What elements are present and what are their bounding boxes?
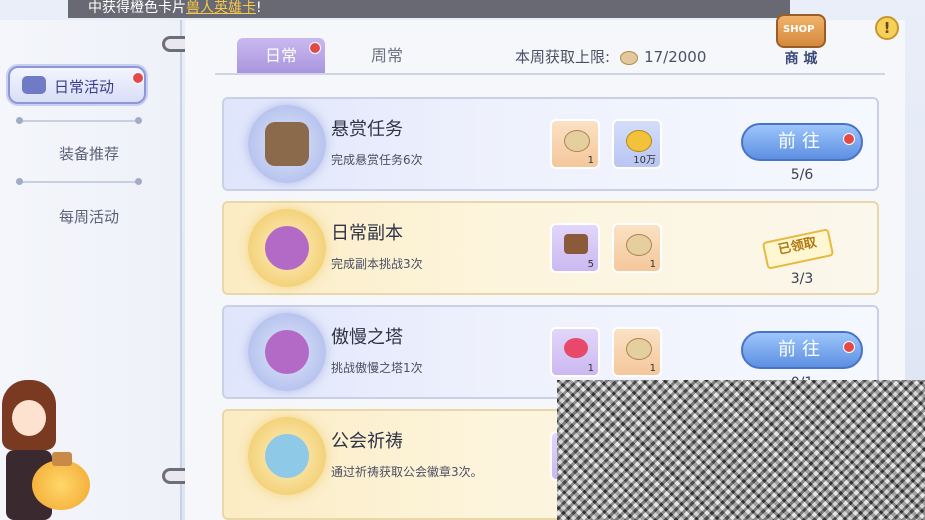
task-card-bounty: 悬赏任务 完成悬赏任务6次 1 10万 前往 5/6 — [222, 97, 879, 191]
mosaic-overlay — [557, 380, 925, 520]
shop-building-icon: SHOP — [776, 14, 826, 48]
reward-slot[interactable]: 1 — [612, 223, 662, 273]
task-progress: 5/6 — [790, 167, 814, 183]
warning-icon[interactable]: ! — [875, 16, 899, 40]
task-desc: 通过祈祷获取公会徽章3次。 — [331, 465, 483, 479]
guild-statue-icon — [248, 417, 326, 495]
notification-dot-icon — [309, 42, 321, 54]
demon-mask-icon — [248, 209, 326, 287]
task-title: 公会祈祷 — [331, 431, 403, 452]
notification-dot-icon — [843, 133, 855, 145]
tab-daily[interactable]: 日常 — [237, 38, 325, 74]
treasure-chest-icon — [564, 234, 588, 254]
go-button-label: 前往 — [778, 131, 826, 152]
notification-text: 中获得橙色卡片 — [88, 0, 186, 16]
reward-slot[interactable]: 5 — [550, 223, 600, 273]
task-progress: 3/3 — [790, 271, 814, 287]
reward-count: 1 — [587, 363, 594, 374]
sidebar-item-label: 日常活动 — [54, 78, 115, 96]
notification-highlight-link[interactable]: 兽人英雄卡 — [186, 0, 256, 16]
red-potion-icon — [564, 338, 588, 358]
demon-mask-icon — [248, 313, 326, 391]
shop-label: 商 城 — [784, 51, 818, 67]
task-desc: 完成悬赏任务6次 — [331, 153, 423, 167]
tab-weekly[interactable]: 周常 — [352, 38, 422, 74]
sidebar-item-equipment-recommend[interactable]: 装备推荐 — [14, 143, 164, 164]
coin-medal-icon — [564, 130, 590, 152]
go-button-label: 前往 — [778, 339, 826, 360]
reward-slot[interactable]: 1 — [550, 327, 600, 377]
reward-count: 1 — [649, 259, 656, 270]
coin-medal-icon — [620, 50, 639, 65]
task-card-daily-dungeon: 日常副本 完成副本挑战3次 5 1 已领取 3/3 — [222, 201, 879, 295]
sidebar-divider — [16, 117, 142, 124]
coin-medal-icon — [626, 338, 652, 360]
task-desc: 挑战傲慢之塔1次 — [331, 361, 423, 375]
activity-icon — [22, 76, 46, 94]
shop-sign: SHOP — [783, 24, 815, 35]
reward-count: 1 — [587, 155, 594, 166]
reward-slot[interactable]: 1 — [612, 327, 662, 377]
reward-count: 10万 — [633, 155, 656, 166]
task-desc: 完成副本挑战3次 — [331, 257, 423, 271]
weekly-limit: 本周获取上限: 17/2000 — [515, 46, 706, 67]
shop-button[interactable]: SHOP 商 城 — [768, 8, 834, 67]
tab-underline — [215, 73, 885, 75]
notice-board-icon — [248, 105, 326, 183]
task-title: 悬赏任务 — [331, 119, 403, 140]
sidebar-divider — [16, 178, 142, 185]
weekly-limit-value: 17/2000 — [644, 48, 707, 66]
notification-dot-icon — [843, 341, 855, 353]
gold-coin-icon — [626, 130, 652, 152]
reward-count: 5 — [587, 259, 594, 270]
notification-suffix: ! — [256, 0, 262, 16]
go-button[interactable]: 前往 — [741, 331, 863, 369]
system-notification: 中获得橙色卡片兽人英雄卡! — [68, 0, 790, 18]
sidebar-item-weekly-activity[interactable]: 每周活动 — [14, 206, 164, 227]
notification-dot-icon — [132, 72, 144, 84]
pet-blob-icon[interactable] — [32, 452, 90, 510]
task-title: 日常副本 — [331, 223, 403, 244]
tab-label: 日常 — [264, 46, 297, 65]
task-title: 傲慢之塔 — [331, 327, 403, 348]
sidebar-item-daily-activity[interactable]: 日常活动 — [8, 66, 146, 104]
weekly-limit-label: 本周获取上限: — [515, 48, 611, 66]
reward-slot[interactable]: 10万 — [612, 119, 662, 169]
reward-slot[interactable]: 1 — [550, 119, 600, 169]
coin-medal-icon — [626, 234, 652, 256]
claimed-stamp: 已领取 — [761, 228, 835, 270]
reward-count: 1 — [649, 363, 656, 374]
go-button[interactable]: 前往 — [741, 123, 863, 161]
